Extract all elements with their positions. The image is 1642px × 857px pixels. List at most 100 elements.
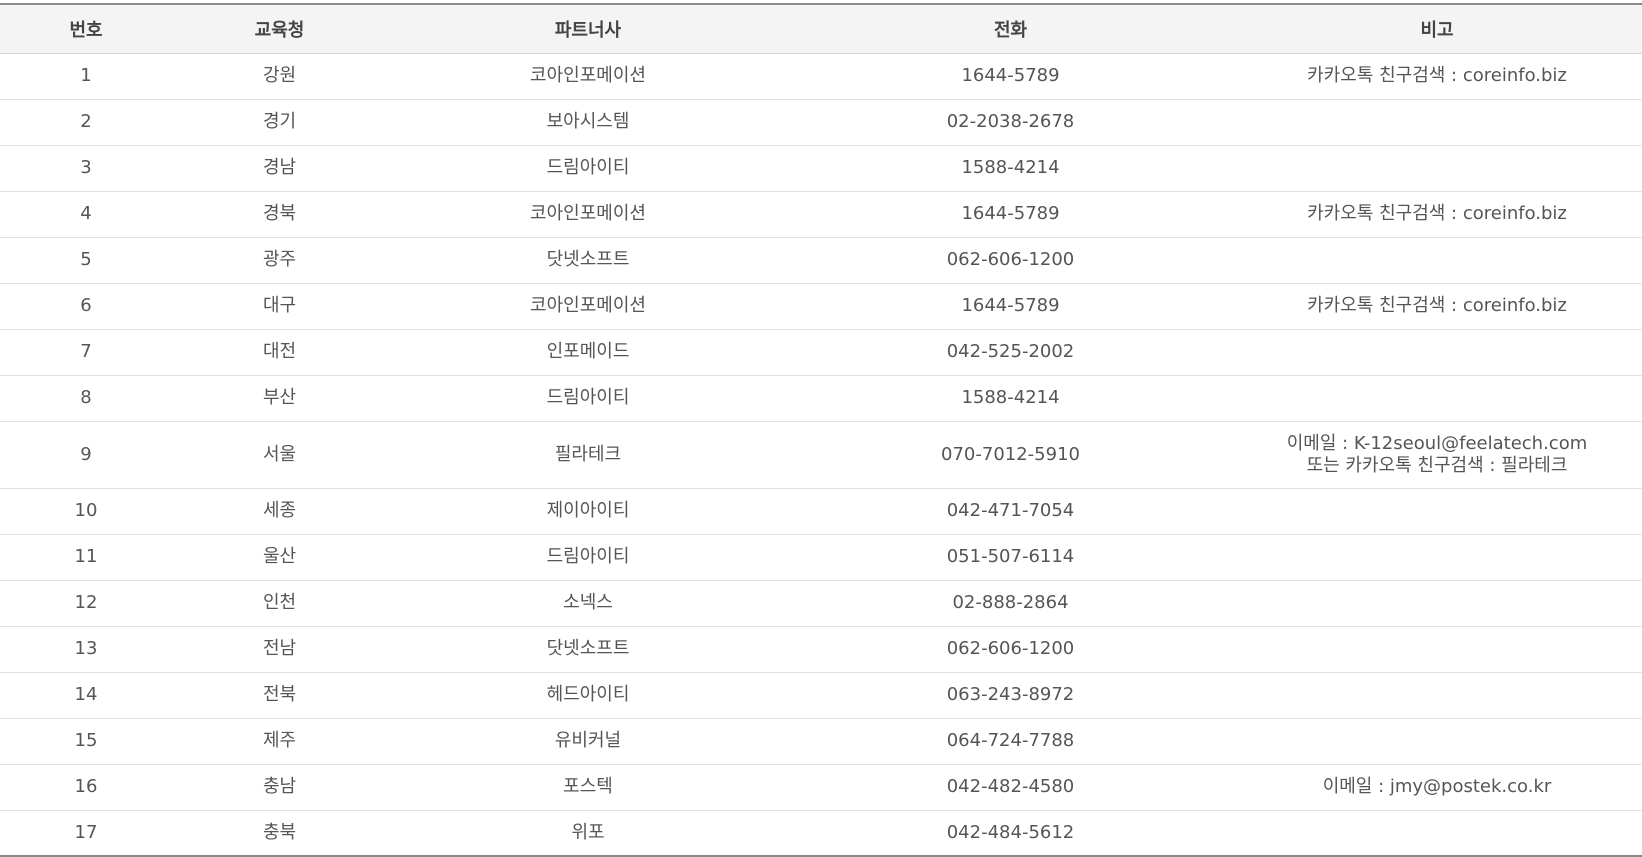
cell-number: 13: [0, 626, 172, 673]
cell-phone: 042-484-5612: [789, 810, 1232, 857]
cell-education-office: 세종: [172, 488, 387, 535]
cell-education-office: 인천: [172, 580, 387, 627]
cell-number: 7: [0, 329, 172, 376]
cell-number: 5: [0, 237, 172, 284]
cell-phone: 062-606-1200: [789, 626, 1232, 673]
table-row: 8 부산 드림아이티 1588-4214: [0, 375, 1642, 422]
cell-note: [1232, 329, 1642, 376]
cell-partner: 드림아이티: [387, 145, 789, 192]
cell-partner: 코아인포메이션: [387, 283, 789, 330]
cell-note: [1232, 488, 1642, 535]
cell-note: 카카오톡 친구검색 : coreinfo.biz: [1232, 283, 1642, 330]
table-row: 17 충북 위포 042-484-5612: [0, 810, 1642, 857]
cell-partner: 닷넷소프트: [387, 237, 789, 284]
cell-number: 17: [0, 810, 172, 857]
cell-partner: 코아인포메이션: [387, 53, 789, 100]
cell-partner: 헤드아이티: [387, 672, 789, 719]
table-row: 1 강원 코아인포메이션 1644-5789 카카오톡 친구검색 : coreinfo.…: [0, 53, 1642, 100]
cell-number: 10: [0, 488, 172, 535]
cell-note: [1232, 718, 1642, 765]
cell-phone: 042-471-7054: [789, 488, 1232, 535]
partner-table-container: 번호 교육청 파트너사 전화 비고 1 강원 코아인포메이션 1644-5789 카카오…: [0, 3, 1642, 857]
cell-note: [1232, 534, 1642, 581]
cell-number: 16: [0, 764, 172, 811]
table-row: 12 인천 소넥스 02-888-2864: [0, 580, 1642, 627]
table-row: 3 경남 드림아이티 1588-4214: [0, 145, 1642, 192]
cell-partner: 소넥스: [387, 580, 789, 627]
cell-education-office: 경남: [172, 145, 387, 192]
cell-partner: 유비커널: [387, 718, 789, 765]
partner-table: 번호 교육청 파트너사 전화 비고 1 강원 코아인포메이션 1644-5789 카카오…: [0, 3, 1642, 857]
cell-education-office: 광주: [172, 237, 387, 284]
cell-phone: 1644-5789: [789, 191, 1232, 238]
cell-partner: 드림아이티: [387, 534, 789, 581]
cell-education-office: 경북: [172, 191, 387, 238]
cell-partner: 인포메이드: [387, 329, 789, 376]
cell-phone: 063-243-8972: [789, 672, 1232, 719]
note-line: 이메일 : jmy@postek.co.kr: [1322, 776, 1552, 797]
cell-partner: 위포: [387, 810, 789, 857]
table-row: 5 광주 닷넷소프트 062-606-1200: [0, 237, 1642, 284]
table-row: 7 대전 인포메이드 042-525-2002: [0, 329, 1642, 376]
cell-phone: 042-525-2002: [789, 329, 1232, 376]
cell-education-office: 제주: [172, 718, 387, 765]
cell-note: [1232, 626, 1642, 673]
cell-education-office: 대구: [172, 283, 387, 330]
cell-note: [1232, 237, 1642, 284]
note-line: 이메일 : K-12seoul@feelatech.com: [1286, 432, 1588, 454]
cell-phone: 062-606-1200: [789, 237, 1232, 284]
cell-number: 2: [0, 99, 172, 146]
cell-partner: 코아인포메이션: [387, 191, 789, 238]
cell-note: [1232, 145, 1642, 192]
cell-note: [1232, 580, 1642, 627]
cell-phone: 1644-5789: [789, 53, 1232, 100]
header-number: 번호: [0, 3, 172, 54]
table-row: 11 울산 드림아이티 051-507-6114: [0, 534, 1642, 581]
table-row: 13 전남 닷넷소프트 062-606-1200: [0, 626, 1642, 673]
cell-phone: 02-2038-2678: [789, 99, 1232, 146]
cell-number: 9: [0, 421, 172, 489]
cell-number: 3: [0, 145, 172, 192]
cell-number: 15: [0, 718, 172, 765]
cell-phone: 1588-4214: [789, 145, 1232, 192]
cell-number: 1: [0, 53, 172, 100]
cell-note: [1232, 99, 1642, 146]
cell-partner: 닷넷소프트: [387, 626, 789, 673]
cell-education-office: 전북: [172, 672, 387, 719]
cell-education-office: 대전: [172, 329, 387, 376]
header-row: 번호 교육청 파트너사 전화 비고: [0, 3, 1642, 54]
cell-note: 카카오톡 친구검색 : coreinfo.biz: [1232, 53, 1642, 100]
table-row: 9 서울 필라테크 070-7012-5910 이메일 : K-12seoul@feel…: [0, 421, 1642, 489]
cell-phone: 1644-5789: [789, 283, 1232, 330]
note-line: 카카오톡 친구검색 : coreinfo.biz: [1307, 203, 1567, 224]
header-education-office: 교육청: [172, 3, 387, 54]
header-phone: 전화: [789, 3, 1232, 54]
cell-education-office: 충북: [172, 810, 387, 857]
cell-phone: 042-482-4580: [789, 764, 1232, 811]
cell-education-office: 전남: [172, 626, 387, 673]
cell-partner: 보아시스템: [387, 99, 789, 146]
cell-phone: 064-724-7788: [789, 718, 1232, 765]
cell-number: 12: [0, 580, 172, 627]
cell-education-office: 충남: [172, 764, 387, 811]
cell-note: [1232, 375, 1642, 422]
table-row: 4 경북 코아인포메이션 1644-5789 카카오톡 친구검색 : coreinfo.…: [0, 191, 1642, 238]
cell-education-office: 경기: [172, 99, 387, 146]
note-line: 카카오톡 친구검색 : coreinfo.biz: [1307, 65, 1567, 86]
table-row: 6 대구 코아인포메이션 1644-5789 카카오톡 친구검색 : coreinfo.…: [0, 283, 1642, 330]
table-row: 2 경기 보아시스템 02-2038-2678: [0, 99, 1642, 146]
table-body: 1 강원 코아인포메이션 1644-5789 카카오톡 친구검색 : coreinfo.…: [0, 53, 1642, 857]
table-header: 번호 교육청 파트너사 전화 비고: [0, 3, 1642, 54]
cell-number: 11: [0, 534, 172, 581]
cell-phone: 051-507-6114: [789, 534, 1232, 581]
cell-note: 이메일 : K-12seoul@feelatech.com 또는 카카오톡 친구검…: [1232, 421, 1642, 489]
cell-phone: 1588-4214: [789, 375, 1232, 422]
note-line: 또는 카카오톡 친구검색 : 필라테크: [1306, 454, 1568, 476]
cell-education-office: 서울: [172, 421, 387, 489]
cell-note: 카카오톡 친구검색 : coreinfo.biz: [1232, 191, 1642, 238]
cell-note: [1232, 672, 1642, 719]
note-line: 카카오톡 친구검색 : coreinfo.biz: [1307, 295, 1567, 316]
cell-partner: 제이아이티: [387, 488, 789, 535]
cell-number: 6: [0, 283, 172, 330]
cell-partner: 포스텍: [387, 764, 789, 811]
